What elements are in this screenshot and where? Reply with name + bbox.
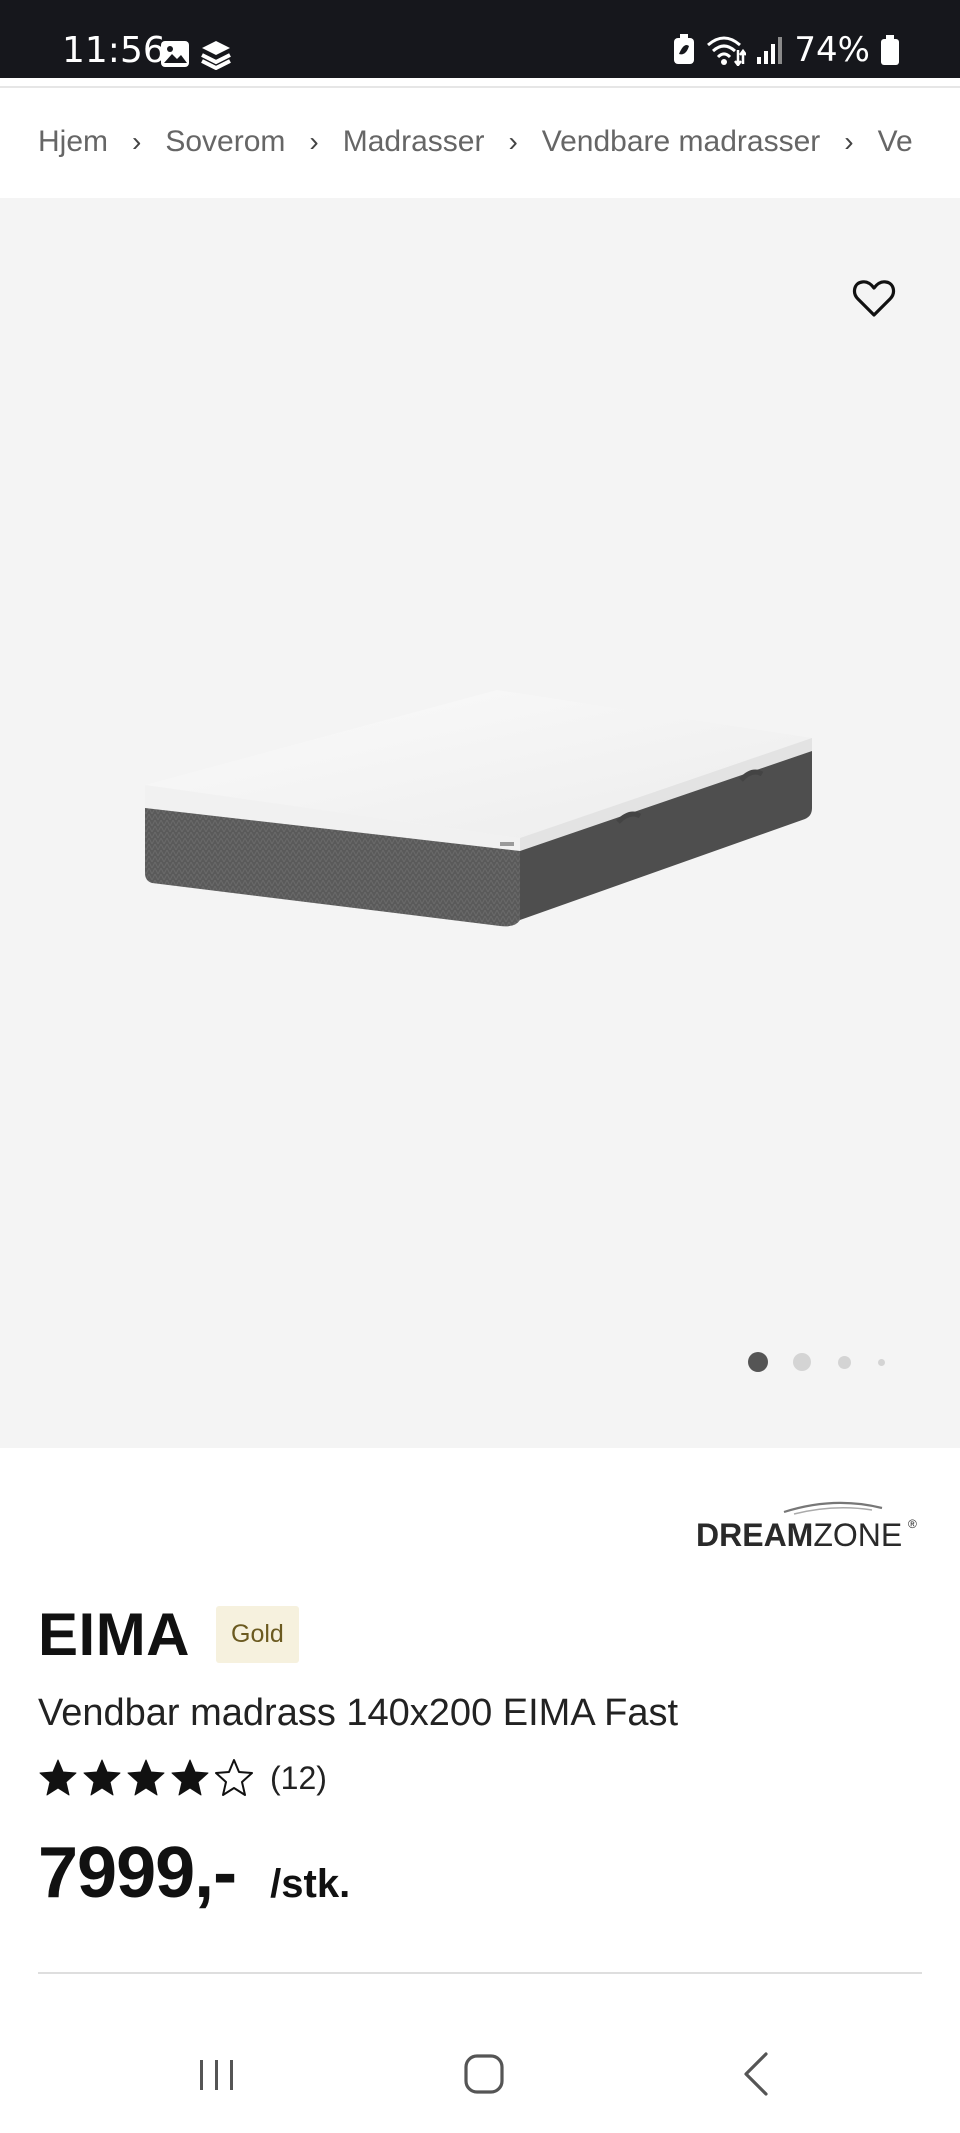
brand-logo: DREAMZONE ®	[696, 1501, 917, 1553]
star-filled-icon	[171, 1759, 209, 1796]
product-title: EIMA	[38, 1601, 190, 1668]
star-filled-icon	[83, 1759, 121, 1796]
section-divider	[38, 1972, 922, 1974]
rating-count[interactable]: (12)	[270, 1760, 327, 1797]
status-time: 11:56	[62, 30, 166, 71]
gallery-pagination	[0, 1352, 960, 1382]
system-nav-bar	[0, 2010, 960, 2133]
app-icon	[201, 41, 231, 70]
breadcrumb-item-truncated[interactable]: Ve	[878, 125, 913, 159]
price-row: 7999,- /stk.	[38, 1832, 350, 1914]
breadcrumb-item-hjem[interactable]: Hjem	[38, 125, 108, 159]
svg-text:DREAMZONE: DREAMZONE	[696, 1517, 902, 1553]
gallery-dot[interactable]	[838, 1356, 851, 1369]
battery-icon	[881, 35, 899, 65]
signal-icon	[757, 37, 783, 64]
battery-saver-icon	[674, 34, 695, 64]
brand-logo-mark: ®	[908, 1517, 917, 1531]
product-subtitle: Vendbar madrass 140x200 EIMA Fast	[38, 1692, 679, 1734]
product-image	[145, 690, 812, 927]
recent-apps-icon[interactable]	[182, 2038, 252, 2108]
product-image-gallery[interactable]	[0, 198, 960, 1448]
home-icon[interactable]	[450, 2038, 520, 2108]
breadcrumb-item-madrasser[interactable]: Madrasser	[343, 125, 485, 159]
gallery-dot[interactable]	[793, 1353, 811, 1371]
battery-percent: 74%	[794, 30, 870, 70]
product-rating[interactable]: (12)	[38, 1758, 327, 1798]
gallery-dot[interactable]	[878, 1359, 885, 1366]
quality-badge: Gold	[216, 1606, 299, 1663]
chevron-right-icon: ›	[844, 126, 854, 157]
rating-stars	[38, 1758, 254, 1798]
status-right: 74%	[672, 30, 900, 70]
star-filled-icon	[127, 1759, 165, 1796]
chevron-right-icon: ›	[132, 126, 142, 157]
gallery-dot-active[interactable]	[748, 1352, 768, 1372]
product-title-row: EIMA Gold	[38, 1600, 299, 1669]
back-icon[interactable]	[720, 2038, 790, 2108]
chevron-right-icon: ›	[309, 126, 319, 157]
heart-icon[interactable]	[850, 274, 898, 322]
gallery-icon	[161, 41, 189, 67]
breadcrumb-item-vendbare-madrasser[interactable]: Vendbare madrasser	[542, 125, 821, 159]
star-filled-icon	[39, 1759, 77, 1796]
price-unit: /stk.	[270, 1862, 351, 1906]
chevron-right-icon: ›	[508, 126, 518, 157]
product-price: 7999,-	[38, 1833, 237, 1913]
breadcrumb: Hjem › Soverom › Madrasser › Vendbare ma…	[0, 88, 960, 198]
brand-logo-light: ZONE	[813, 1517, 902, 1553]
brand-logo-bold: DREAM	[696, 1517, 813, 1553]
star-empty-icon	[215, 1759, 253, 1796]
status-bar: 11:56 74%	[0, 0, 960, 78]
breadcrumb-item-soverom[interactable]: Soverom	[165, 125, 285, 159]
wifi-icon	[707, 36, 747, 66]
